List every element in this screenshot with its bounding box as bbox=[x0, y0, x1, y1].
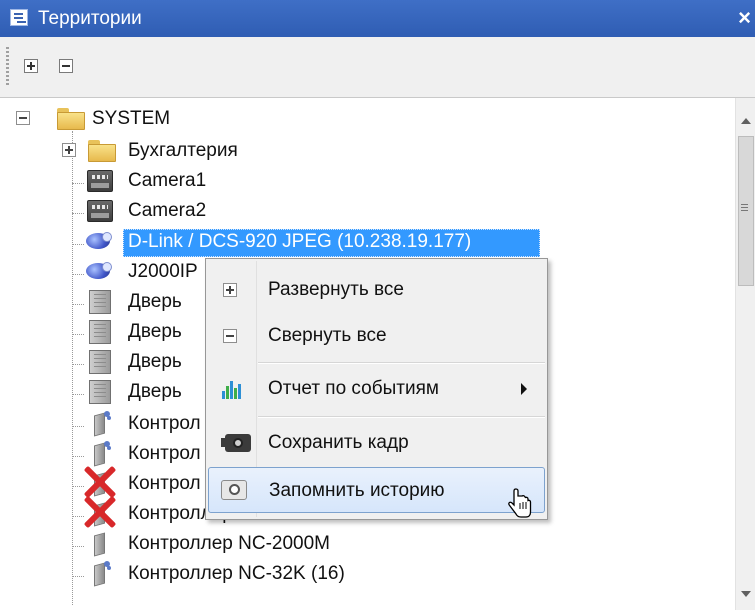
door-icon bbox=[89, 290, 111, 314]
scroll-down-icon[interactable] bbox=[741, 591, 751, 597]
menu-item-save-frame[interactable]: Сохранить кадр bbox=[208, 420, 545, 466]
scroll-grip-icon bbox=[741, 204, 748, 205]
menu-item-label: Сохранить кадр bbox=[268, 432, 409, 453]
minus-box-icon bbox=[223, 329, 237, 343]
chart-icon bbox=[221, 379, 243, 399]
tree-node-label: Контрол bbox=[128, 443, 201, 464]
scroll-thumb[interactable] bbox=[738, 136, 754, 286]
tree-node-label: Camera1 bbox=[128, 170, 207, 191]
folder-icon bbox=[57, 108, 85, 130]
menu-item-event-report[interactable]: Отчет по событиям bbox=[208, 366, 545, 412]
camera-snapshot-icon bbox=[221, 434, 251, 452]
window-titlebar: Территории × bbox=[0, 0, 755, 37]
ip-camera-icon bbox=[86, 261, 112, 283]
error-x-icon bbox=[82, 494, 118, 530]
door-icon bbox=[89, 320, 111, 344]
menu-separator bbox=[258, 362, 545, 364]
menu-item-label: Развернуть все bbox=[268, 279, 404, 300]
menu-item-label: Свернуть все bbox=[268, 325, 387, 346]
plus-box-icon bbox=[223, 283, 237, 297]
scroll-up-icon[interactable] bbox=[741, 118, 751, 124]
tree-node-label: Контрол bbox=[128, 473, 201, 494]
door-icon bbox=[89, 350, 111, 374]
tree-node-label: Бухгалтерия bbox=[128, 140, 238, 161]
toolbar-grip[interactable] bbox=[6, 47, 9, 85]
close-icon[interactable]: × bbox=[738, 5, 751, 31]
collapse-all-button[interactable] bbox=[59, 59, 73, 73]
tree-node-label: SYSTEM bbox=[92, 108, 171, 129]
menu-item-remember-history[interactable]: Запомнить историю bbox=[208, 467, 545, 513]
tree-item[interactable]: Бухгалтерия bbox=[0, 138, 300, 164]
window-title: Территории bbox=[38, 8, 142, 29]
tree-node-label: J2000IP bbox=[128, 261, 198, 282]
tree-item[interactable]: Контроллер NC-32K (16) bbox=[0, 561, 345, 587]
tree-node-label: Контроллер NC-2000M bbox=[128, 533, 330, 554]
history-camera-icon bbox=[221, 480, 247, 500]
tree-item[interactable]: Контроллер NC-2000M bbox=[0, 531, 340, 557]
folder-icon bbox=[88, 140, 116, 162]
tree-node-label: Дверь bbox=[128, 351, 182, 372]
hand-pointer-icon bbox=[508, 488, 532, 518]
tree-node-label: Контрол bbox=[128, 413, 201, 434]
vertical-scrollbar[interactable] bbox=[735, 98, 755, 610]
door-icon bbox=[89, 380, 111, 404]
tree-node-label: D-Link / DCS-920 JPEG (10.238.19.177) bbox=[128, 231, 472, 252]
tree-node-label: Контроллер NC-32K (16) bbox=[128, 563, 345, 584]
menu-item-expand-all[interactable]: Развернуть все bbox=[208, 267, 545, 313]
submenu-arrow-icon bbox=[521, 383, 527, 395]
tree-node-label: Дверь bbox=[128, 381, 182, 402]
toolbar bbox=[0, 37, 755, 98]
collapse-node-icon[interactable] bbox=[16, 111, 30, 125]
menu-item-label: Запомнить историю bbox=[269, 480, 445, 501]
tree-item[interactable]: Camera1 bbox=[0, 168, 300, 194]
controller-icon bbox=[90, 531, 110, 555]
tree-item-selected[interactable]: D-Link / DCS-920 JPEG (10.238.19.177) bbox=[0, 229, 560, 257]
tree-node-label: Дверь bbox=[128, 321, 182, 342]
controller-icon bbox=[90, 411, 110, 435]
controller-icon bbox=[90, 561, 110, 585]
camera-icon bbox=[87, 170, 113, 192]
expand-all-button[interactable] bbox=[24, 59, 38, 73]
tree-window-icon bbox=[10, 9, 28, 26]
context-menu: Развернуть все Свернуть все Отчет по соб… bbox=[205, 258, 548, 520]
tree-node-label: Дверь bbox=[128, 291, 182, 312]
menu-item-collapse-all[interactable]: Свернуть все bbox=[208, 313, 545, 359]
tree-root-row[interactable]: SYSTEM bbox=[0, 106, 300, 132]
controller-icon bbox=[90, 441, 110, 465]
camera-icon bbox=[87, 200, 113, 222]
menu-item-label: Отчет по событиям bbox=[268, 378, 439, 399]
expand-node-icon[interactable] bbox=[62, 143, 76, 157]
tree-node-label: Camera2 bbox=[128, 200, 207, 221]
menu-separator bbox=[258, 416, 545, 418]
tree-item[interactable]: Camera2 bbox=[0, 198, 300, 224]
ip-camera-icon bbox=[86, 231, 112, 253]
